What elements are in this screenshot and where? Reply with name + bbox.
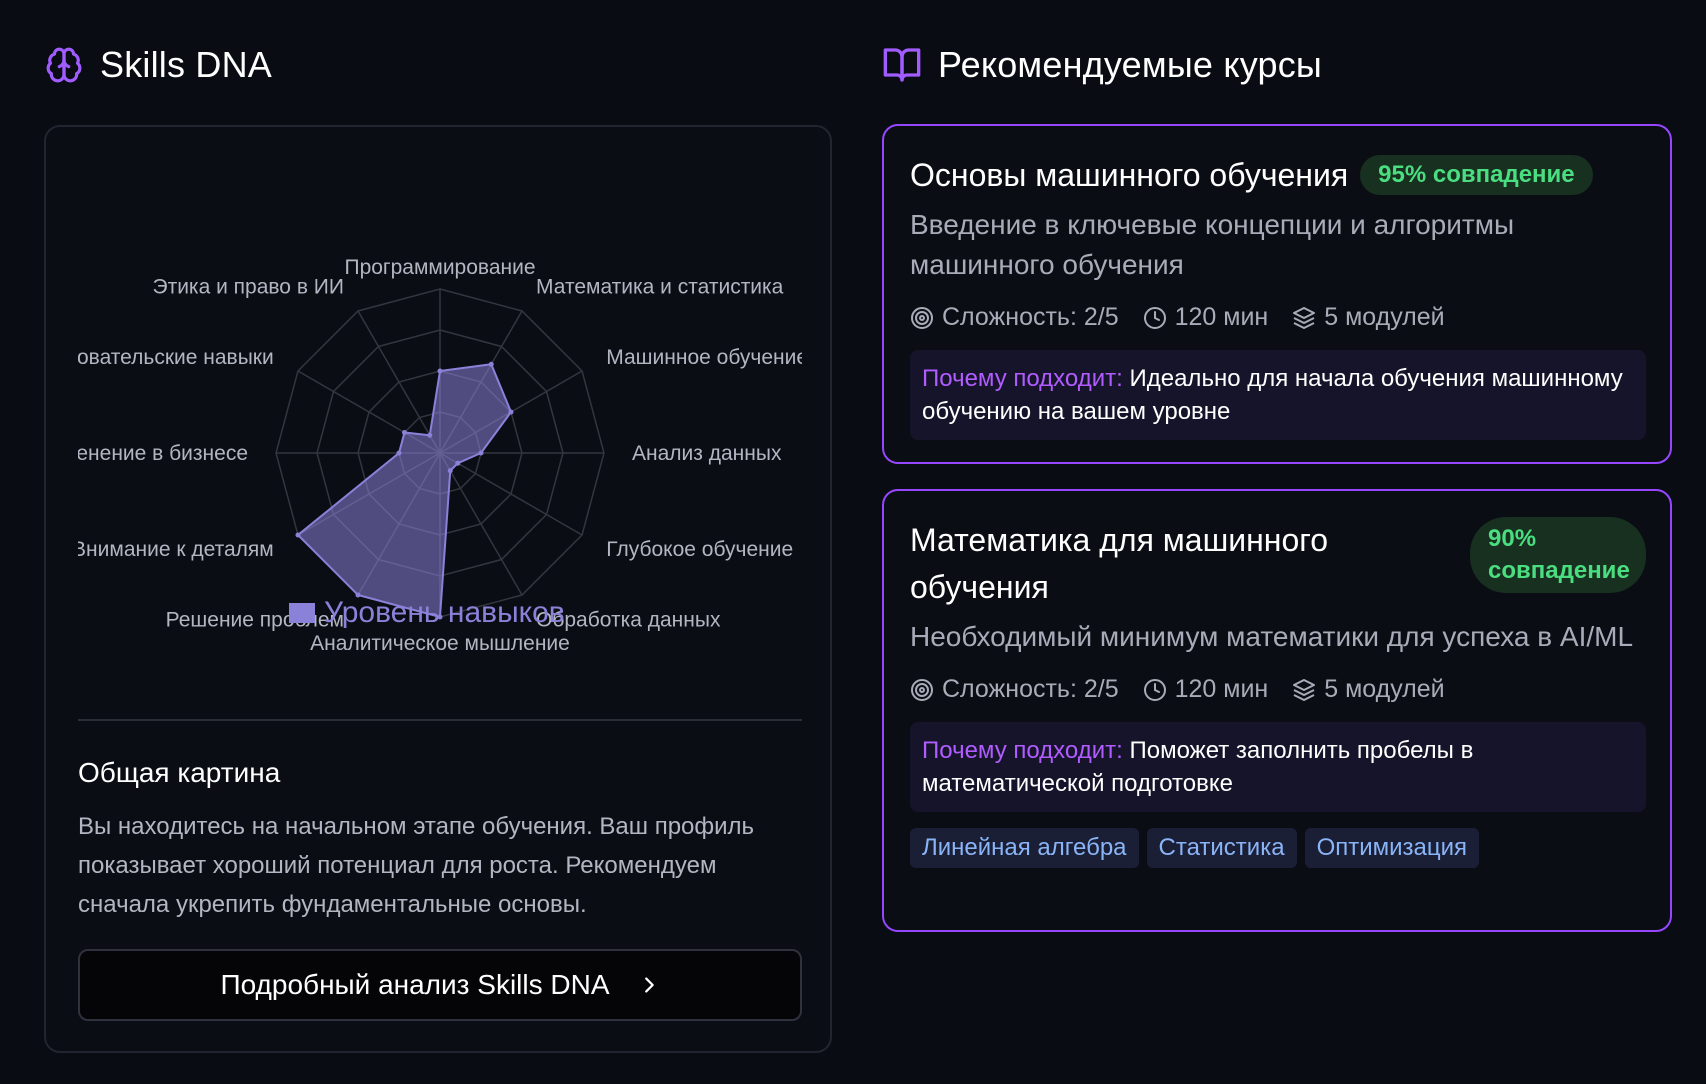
target-icon: [911, 678, 933, 701]
radar-point: [478, 450, 484, 456]
modules: 5 модулей: [1292, 303, 1445, 332]
radar-axis-label: Глубокое обучение: [606, 538, 793, 561]
courses-title: Рекомендуемые курсы: [938, 44, 1322, 85]
topic-tags: Линейная алгебра Статистика Оптимизация: [910, 828, 1646, 868]
duration: 120 мин: [1143, 675, 1269, 704]
course-card[interactable]: Математика для машинного обучения 90% со…: [882, 489, 1672, 932]
layers-icon: [1293, 678, 1316, 701]
clock-icon: [1143, 678, 1166, 701]
radar-point: [488, 361, 494, 367]
topic-tag[interactable]: Линейная алгебра: [910, 828, 1139, 868]
radar-point: [455, 460, 461, 466]
overview-title: Общая картина: [78, 757, 281, 788]
radar-spoke: [439, 452, 583, 536]
radar-axis-label: Решение проблем: [166, 608, 344, 631]
radar-point: [401, 430, 407, 435]
skills-dna-header: Skills DNA: [44, 0, 834, 130]
why-suitable: Почему подходит: Поможет заполнить пробе…: [910, 722, 1646, 812]
layers-icon: [1293, 306, 1316, 329]
course-card[interactable]: Основы машинного обучения 95% совпадение…: [882, 124, 1672, 464]
divider: [78, 719, 802, 721]
radar-point: [508, 409, 514, 415]
chevron-right-icon: [638, 974, 660, 996]
duration-text: 120 мин: [1174, 675, 1269, 703]
legend-label: Уровень навыков: [324, 596, 565, 629]
topic-tag[interactable]: Оптимизация: [1304, 828, 1480, 868]
duration: 120 мин: [1143, 303, 1269, 332]
modules-text: 5 модулей: [1324, 675, 1445, 703]
course-description: Введение в ключевые концепции и алгоритм…: [910, 209, 1515, 280]
modules-text: 5 модулей: [1324, 303, 1445, 331]
detailed-analysis-button[interactable]: Подробный анализ Skills DNA: [78, 949, 802, 1021]
course-description: Необходимый минимум математики для успех…: [910, 621, 1634, 652]
radar-point: [396, 450, 402, 456]
skills-dna-title: Skills DNA: [100, 44, 273, 85]
radar-axis-label: Анализ данных: [632, 442, 782, 465]
legend-swatch: [289, 603, 315, 623]
difficulty-text: Сложность: 2/5: [942, 675, 1119, 703]
radar-point: [295, 532, 301, 538]
radar-spoke: [357, 310, 441, 454]
difficulty: Сложность: 2/5: [910, 675, 1119, 704]
radar-axis-label: Аналитическое мышление: [310, 632, 570, 655]
radar-axis-label: Математика и статистика: [536, 276, 784, 299]
radar-spoke: [439, 452, 523, 596]
skills-dna-section: Skills DNA Программирование Математика и …: [44, 0, 834, 1053]
why-suitable: Почему подходит: Идеально для начала обу…: [910, 350, 1646, 440]
skills-dna-panel: Программирование Математика и статистика М…: [44, 125, 832, 1053]
match-badge: 90% совпадение: [1470, 517, 1646, 593]
duration-text: 120 мин: [1174, 303, 1269, 331]
course-title: Математика для машинного обучения: [910, 522, 1329, 605]
radar-point: [447, 468, 453, 474]
difficulty: Сложность: 2/5: [910, 303, 1119, 332]
detailed-analysis-label: Подробный анализ Skills DNA: [220, 969, 610, 1000]
overview-text: Вы находитесь на начальном этапе обучени…: [78, 813, 755, 918]
topic-tag[interactable]: Статистика: [1146, 828, 1297, 868]
why-label: Почему подходит:: [922, 737, 1123, 764]
course-meta: Сложность: 2/5 120 мин 5 модулей: [910, 675, 1646, 704]
brain-icon: [44, 45, 84, 85]
course-title: Основы машинного обучения: [910, 157, 1349, 193]
courses-header: Рекомендуемые курсы: [882, 0, 1672, 130]
course-meta: Сложность: 2/5 120 мин 5 модулей: [910, 303, 1646, 332]
skills-radar-chart: ПрограммированиеМатематика и статистика М…: [78, 256, 802, 655]
difficulty-text: Сложность: 2/5: [942, 303, 1119, 331]
radar-point: [427, 432, 433, 438]
book-icon: [882, 45, 922, 85]
radar-axis-label: Машинное обучение: [606, 346, 802, 369]
match-badge: 95% совпадение: [1360, 155, 1593, 195]
target-icon: [911, 306, 933, 329]
radar-axis-label: Этика и право в ИИ: [152, 276, 344, 299]
radar-axis-label: Применение в бизнесе: [78, 442, 248, 465]
radar-axis-label: Исследовательские навыки: [78, 346, 274, 369]
radar-axis-label: Программирование: [344, 256, 535, 279]
recommended-courses-section: Рекомендуемые курсы Основы машинного обу…: [882, 0, 1672, 932]
clock-icon: [1143, 306, 1166, 329]
radar-point: [437, 368, 443, 374]
radar-axis-label: Внимание к деталям: [78, 538, 274, 561]
why-label: Почему подходит:: [922, 365, 1123, 392]
modules: 5 модулей: [1292, 675, 1445, 704]
